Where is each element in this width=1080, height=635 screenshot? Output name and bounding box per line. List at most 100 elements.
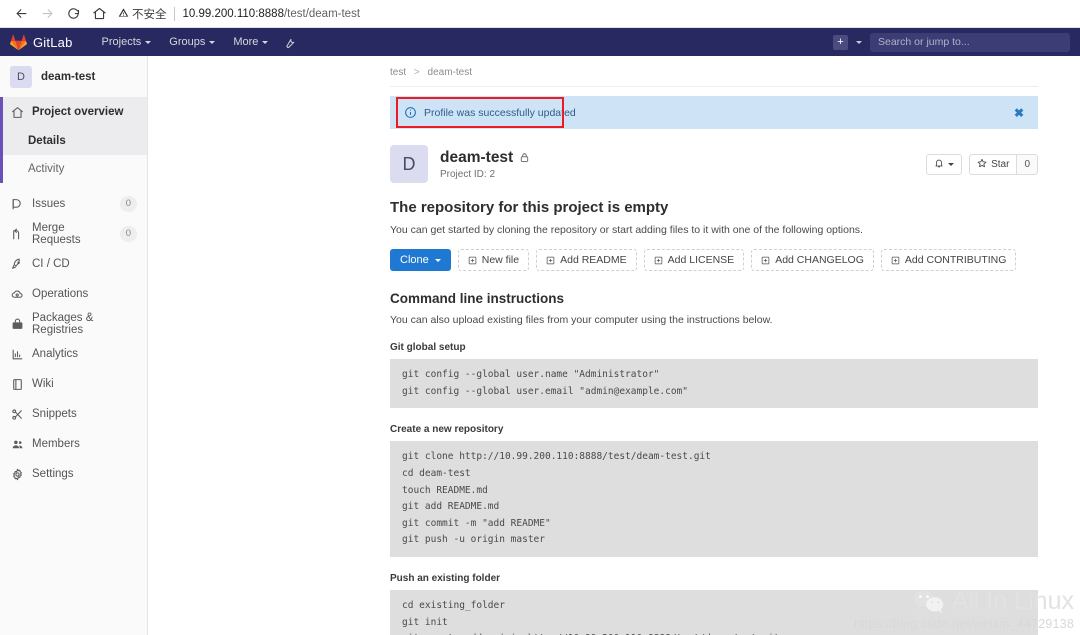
add-changelog-button[interactable]: Add CHANGELOG [751,249,874,271]
cli-description: You can also upload existing files from … [390,314,773,326]
sidebar-item-members[interactable]: Members [0,429,147,459]
sidebar-item-ci-cd[interactable]: CI / CD [0,249,147,279]
breadcrumb-group[interactable]: test [390,67,406,78]
add-file-icon [891,256,900,265]
sidebar-item-operations-label: Operations [32,288,89,300]
gitlab-logo-link[interactable]: GitLab [10,34,73,51]
new-file-button[interactable]: New file [457,249,530,271]
search-input[interactable]: Search or jump to... [870,32,1070,52]
scissors-icon [10,407,24,421]
sidebar-item-merge-requests[interactable]: Merge Requests 0 [0,219,147,249]
content-container: test > deam-test Profile was successfull… [148,56,1080,635]
sidebar-item-settings[interactable]: Settings [0,459,147,489]
create-new-repository-title: Create a new repository [390,424,504,436]
create-new-repository-code[interactable]: git clone http://10.99.200.110:8888/test… [390,441,1038,557]
sidebar-item-details[interactable]: Details [0,127,147,155]
navbar-item-more-label: More [233,36,259,48]
add-file-icon [546,256,555,265]
navbar-item-more[interactable]: More [224,28,277,56]
sidebar-item-issues[interactable]: Issues 0 [0,189,147,219]
sidebar-item-merge-requests-badge: 0 [119,226,137,242]
gitlab-logo-icon [10,34,27,51]
sidebar-item-members-label: Members [32,438,80,450]
add-license-button[interactable]: Add LICENSE [643,249,745,271]
sidebar-item-snippets[interactable]: Snippets [0,399,147,429]
add-contributing-button[interactable]: Add CONTRIBUTING [880,249,1017,271]
project-id-label: Project ID: 2 [440,168,496,180]
search-placeholder: Search or jump to... [878,36,970,48]
sidebar-item-issues-badge: 0 [119,196,137,212]
star-icon [977,158,987,171]
project-title-block: deam-test Project ID: 2 [440,149,530,180]
sidebar-item-issues-label: Issues [32,198,66,210]
clone-button-label: Clone [400,254,429,266]
gitlab-brand-label: GitLab [33,34,73,50]
star-button-group: Star 0 [969,153,1038,175]
lock-icon [519,152,530,163]
chevron-down-icon [262,40,269,44]
rocket-icon [10,257,24,271]
merge-request-icon [10,227,24,241]
chevron-down-icon [434,258,441,262]
sidebar-item-activity[interactable]: Activity [0,155,147,183]
sidebar-item-snippets-label: Snippets [32,408,77,420]
navbar-item-projects-label: Projects [101,36,142,48]
sidebar-item-analytics[interactable]: Analytics [0,339,147,369]
navbar-item-groups[interactable]: Groups [160,28,224,56]
chevron-down-icon[interactable] [856,40,862,44]
url-divider [173,6,175,21]
push-existing-folder-code[interactable]: cd existing_folder git init git remote a… [390,590,1038,635]
chevron-down-icon [209,40,216,44]
sidebar-item-wiki-label: Wiki [32,378,54,390]
sidebar-item-packages-registries[interactable]: Packages & Registries [0,309,147,339]
breadcrumb: test > deam-test [390,56,1038,87]
breadcrumb-separator: > [413,67,420,78]
sidebar-item-details-label: Details [28,135,66,147]
sidebar-item-operations[interactable]: Operations [0,279,147,309]
home-icon [10,105,24,119]
back-arrow-icon[interactable] [8,1,34,27]
push-existing-folder-title: Push an existing folder [390,573,501,584]
new-file-icon [468,256,477,265]
add-readme-button[interactable]: Add README [536,249,637,271]
sidebar-item-project-overview[interactable]: Project overview [0,97,147,127]
status-banner-message: Profile was successfully updated [424,106,576,119]
url-host: 10.99.200.110:8888 [182,7,284,20]
star-button[interactable]: Star [969,153,1017,175]
wrench-icon[interactable] [283,36,296,49]
warning-triangle-icon [118,7,129,21]
main-content: test > deam-test Profile was successfull… [148,56,1080,635]
browser-chrome: 不安全 10.99.200.110:8888/test/deam-test [0,0,1080,28]
git-global-setup-code[interactable]: git config --global user.name "Administr… [390,359,1038,409]
empty-repo-description: You can get started by cloning the repos… [390,224,863,236]
address-bar[interactable]: 不安全 10.99.200.110:8888/test/deam-test [118,3,1072,25]
breadcrumb-project[interactable]: deam-test [428,67,472,78]
sidebar-subnav: Details Activity [0,127,147,183]
sidebar-item-project-overview-label: Project overview [32,106,124,118]
project-avatar: D [390,145,428,183]
book-icon [10,377,24,391]
bell-icon [934,158,944,171]
new-file-button-label: New file [481,254,520,266]
navbar-item-projects[interactable]: Projects [93,28,161,56]
navbar-item-groups-label: Groups [169,36,206,48]
sidebar-project-header[interactable]: D deam-test [0,56,147,97]
page-title: deam-test [440,148,514,166]
git-global-setup-title: Git global setup [390,342,466,353]
gear-icon [10,467,24,481]
notification-dropdown-button[interactable] [926,153,963,175]
add-file-icon [761,256,770,265]
security-indicator[interactable]: 不安全 [118,6,174,22]
empty-repo-title: The repository for this project is empty [390,199,669,216]
star-count-badge: 0 [1016,153,1038,175]
home-icon[interactable] [86,1,112,27]
sidebar-item-merge-requests-label: Merge Requests [32,222,81,246]
cloud-gear-icon [10,287,24,301]
close-icon[interactable]: ✖ [1014,106,1024,120]
add-license-button-label: Add LICENSE [667,254,735,266]
clone-button[interactable]: Clone [390,249,451,271]
plus-icon[interactable]: + [833,34,848,50]
reload-icon[interactable] [60,1,86,27]
sidebar-item-wiki[interactable]: Wiki [0,369,147,399]
info-circle-icon [404,106,417,119]
